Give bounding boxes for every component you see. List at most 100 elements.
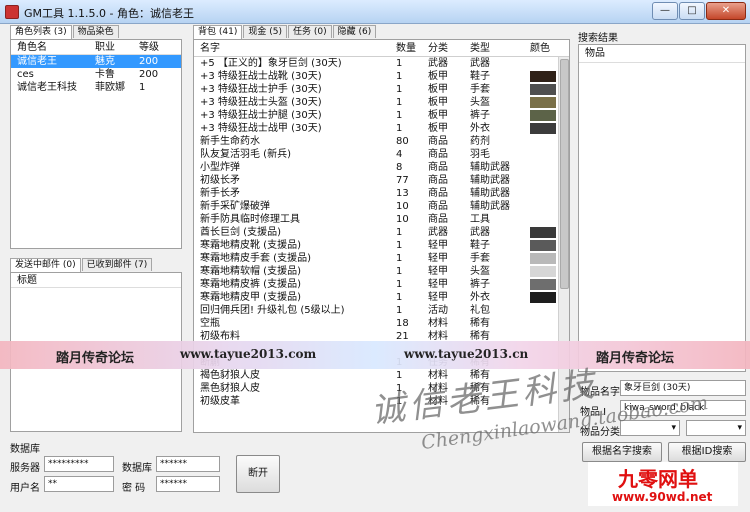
item-name: 新手防具临时修理工具 [200, 214, 300, 225]
tab-received-mail[interactable]: 已收到邮件 (7) [81, 258, 153, 271]
tab-cash[interactable]: 现金 (5) [243, 25, 287, 38]
bag-row[interactable]: +3 特级狂战士战甲 (30天) 1 板甲 外衣 [194, 122, 569, 135]
search-results-panel: 物品 [578, 44, 746, 372]
col-role-level: 等级 [139, 42, 159, 53]
item-name: 寒霜地精皮甲 (支援品) [200, 292, 301, 303]
bag-row[interactable]: +3 特级狂战士护腿 (30天) 1 板甲 裤子 [194, 109, 569, 122]
item-name: +3 特级狂战士头盔 (30天) [200, 97, 322, 108]
username-field[interactable]: ** [44, 476, 114, 492]
item-color [530, 122, 558, 135]
bag-row[interactable]: 新手防具临时修理工具 10 商品 工具 [194, 213, 569, 226]
forum-banner: 踏月传奇论坛 www.tayue2013.com www.tayue2013.c… [0, 341, 750, 369]
col-item-category: 分类 [428, 43, 448, 54]
tab-quest[interactable]: 任务 (0) [287, 25, 332, 38]
bag-row[interactable]: 寒霜地精皮靴 (支援品) 1 轻甲 鞋子 [194, 239, 569, 252]
item-category: 武器 [428, 227, 448, 238]
item-color [530, 291, 558, 304]
item-name: 新手长矛 [200, 188, 240, 199]
item-qty: 1 [396, 227, 403, 238]
item-type: 羽毛 [470, 149, 490, 160]
db-section-label: 数据库 [10, 444, 40, 455]
item-qty: 1 [396, 84, 403, 95]
server-field[interactable]: ********* [44, 456, 114, 472]
color-swatch [530, 266, 556, 277]
bag-row[interactable]: 寒霜地精软帽 (支援品) 1 轻甲 头盔 [194, 265, 569, 278]
bag-row[interactable]: 初级长矛 77 商品 辅助武器 [194, 174, 569, 187]
item-color [530, 265, 558, 278]
role-rows: 诚信老王 魅克 200 ces 卡鲁 200 诚信老王科技 菲欧娜 1 [11, 55, 181, 94]
bag-row[interactable]: +3 特级狂战士战靴 (30天) 1 板甲 鞋子 [194, 70, 569, 83]
tab-sending-mail[interactable]: 发送中邮件 (0) [10, 258, 81, 272]
role-row[interactable]: 诚信老王科技 菲欧娜 1 [11, 81, 181, 94]
item-category: 商品 [428, 136, 448, 147]
search-by-id-button[interactable]: 根据ID搜索 [668, 442, 746, 462]
role-table-header: 角色名 职业 等级 [11, 40, 181, 55]
item-qty: 1 [396, 305, 403, 316]
item-category: 商品 [428, 162, 448, 173]
username-label: 用户名 [10, 483, 40, 494]
bag-row[interactable]: 新手采矿爆破弹 10 商品 辅助武器 [194, 200, 569, 213]
bag-row[interactable]: +3 特级狂战士头盔 (30天) 1 板甲 头盔 [194, 96, 569, 109]
item-color [530, 278, 558, 291]
item-type: 稀有 [470, 318, 490, 329]
col-item-color: 颜色 [530, 43, 550, 54]
bag-row[interactable]: 寒霜地精皮甲 (支援品) 1 轻甲 外衣 [194, 291, 569, 304]
bag-row[interactable]: 酋长巨剑 (支援品) 1 武器 武器 [194, 226, 569, 239]
bag-table-header: 名字 数量 分类 类型 颜色 [194, 40, 569, 57]
item-type: 外衣 [470, 292, 490, 303]
item-subcategory-select[interactable]: ▾ [686, 420, 746, 436]
item-name: 褐色豺狼人皮 [200, 370, 260, 381]
tab-item-dye[interactable]: 物品染色 [72, 25, 119, 38]
bag-row[interactable]: 回归佣兵团! 升级礼包 (5级以上) 1 活动 礼包 [194, 304, 569, 317]
item-name: 寒霜地精软帽 (支援品) [200, 266, 301, 277]
banner-url-1: www.tayue2013.com [180, 347, 317, 361]
item-qty: 13 [396, 188, 409, 199]
item-category: 商品 [428, 214, 448, 225]
item-category: 板甲 [428, 71, 448, 82]
bag-row[interactable]: 空瓶 18 材料 稀有 [194, 317, 569, 330]
bag-row[interactable]: 队友复活羽毛 (新兵) 4 商品 羽毛 [194, 148, 569, 161]
item-color [530, 239, 558, 252]
maximize-button[interactable]: □ [679, 2, 705, 20]
tab-hidden[interactable]: 隐藏 (6) [332, 25, 377, 38]
mail-tabs: 发送中邮件 (0) 已收到邮件 (7) [10, 258, 153, 272]
search-by-name-button[interactable]: 根据名字搜索 [582, 442, 662, 462]
item-name: 寒霜地精皮手套 (支援品) [200, 253, 311, 264]
item-qty: 1 [396, 110, 403, 121]
item-type: 外衣 [470, 123, 490, 134]
item-category: 轻甲 [428, 240, 448, 251]
bag-row[interactable]: 寒霜地精皮手套 (支援品) 1 轻甲 手套 [194, 252, 569, 265]
role-level: 200 [139, 56, 159, 67]
bag-row[interactable]: 寒霜地精皮裤 (支援品) 1 轻甲 裤子 [194, 278, 569, 291]
role-level: 1 [139, 82, 146, 93]
item-qty: 1 [396, 253, 403, 264]
role-row[interactable]: 诚信老王 魅克 200 [11, 55, 181, 68]
tab-role-list[interactable]: 角色列表 (3) [10, 25, 72, 39]
chevron-down-icon: ▾ [671, 423, 676, 433]
color-swatch [530, 84, 556, 95]
item-name: 新手采矿爆破弹 [200, 201, 270, 212]
item-color [530, 57, 558, 70]
bag-row[interactable]: 小型炸弹 8 商品 辅助武器 [194, 161, 569, 174]
role-name: 诚信老王 [17, 56, 57, 67]
bag-row[interactable]: 新手生命药水 80 商品 药剂 [194, 135, 569, 148]
database-field[interactable]: ****** [156, 456, 220, 472]
password-field[interactable]: ****** [156, 476, 220, 492]
tab-bag[interactable]: 背包 (41) [193, 25, 243, 39]
bag-scroll-thumb[interactable] [560, 59, 569, 289]
disconnect-button[interactable]: 断开 [236, 455, 280, 493]
bag-row[interactable]: +5 【正义的】象牙巨剑 (30天) 1 武器 武器 [194, 57, 569, 70]
bag-row[interactable]: 新手长矛 13 商品 辅助武器 [194, 187, 569, 200]
bag-row[interactable]: +3 特级狂战士护手 (30天) 1 板甲 手套 [194, 83, 569, 96]
item-qty: 80 [396, 136, 409, 147]
item-name: 空瓶 [200, 318, 220, 329]
item-qty: 4 [396, 149, 403, 160]
color-swatch [530, 110, 556, 121]
item-category: 武器 [428, 58, 448, 69]
col-role-name: 角色名 [17, 42, 47, 53]
close-button[interactable]: ✕ [706, 2, 746, 20]
item-name-field[interactable]: 象牙巨剑 (30天) [620, 380, 746, 396]
role-row[interactable]: ces 卡鲁 200 [11, 68, 181, 81]
item-color [530, 109, 558, 122]
minimize-button[interactable]: — [652, 2, 678, 20]
